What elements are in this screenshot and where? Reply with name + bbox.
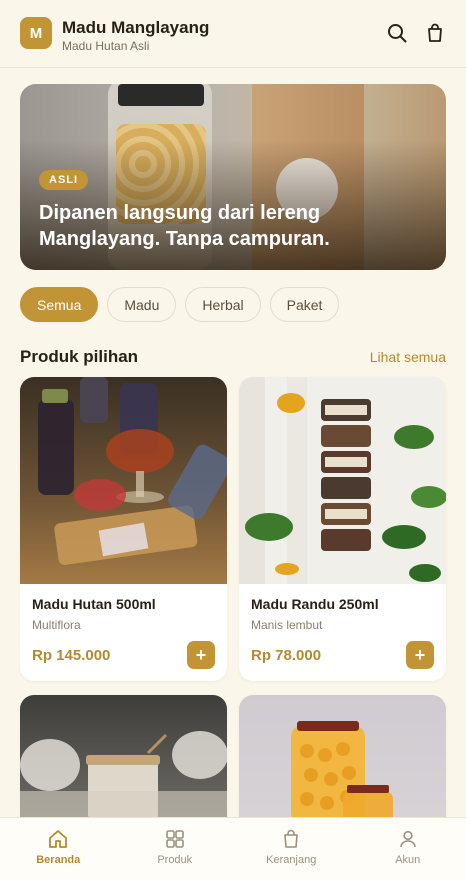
nav-label: Akun [395, 854, 421, 866]
brand-title: Madu Manglayang [62, 18, 210, 37]
product-image [239, 377, 446, 584]
nav-item-akun[interactable]: Akun [350, 818, 466, 880]
product-card[interactable]: Madu Randu 250ml Manis lembut Rp 78.000 … [239, 377, 446, 681]
nav-item-beranda[interactable]: Beranda [0, 818, 117, 880]
chip-paket[interactable]: Paket [269, 287, 340, 322]
chip-herbal[interactable]: Herbal [185, 287, 261, 322]
search-icon[interactable] [386, 22, 408, 44]
product-price: Rp 78.000 [251, 647, 322, 664]
app-header: M Madu Manglayang Madu Hutan Asli [0, 0, 466, 68]
nav-item-produk[interactable]: Produk [117, 818, 234, 880]
product-variant: Multiflora [32, 618, 81, 632]
bag-icon [280, 828, 302, 850]
see-all-link[interactable]: Lihat semua [370, 349, 446, 365]
add-to-cart-button[interactable]: + [406, 641, 434, 669]
hero-badge: ASLI [39, 170, 89, 190]
add-to-cart-button[interactable]: + [187, 641, 215, 669]
home-icon [47, 828, 69, 850]
shopping-bag-icon[interactable] [424, 22, 446, 44]
product-variant: Manis lembut [251, 618, 323, 632]
product-image [20, 377, 227, 584]
product-name: Madu Hutan 500ml [32, 596, 156, 612]
brand-subtitle: Madu Hutan Asli [62, 39, 150, 53]
hero-banner[interactable]: ASLI Dipanen langsung dari lereng Mangla… [20, 84, 446, 270]
product-name: Madu Randu 250ml [251, 596, 379, 612]
nav-label: Keranjang [266, 854, 317, 866]
nav-label: Beranda [36, 854, 81, 866]
nav-item-keranjang[interactable]: Keranjang [233, 818, 350, 880]
chip-semua[interactable]: Semua [20, 287, 99, 322]
category-chips: Semua Madu Herbal Paket [20, 287, 340, 322]
grid-icon [164, 828, 186, 850]
nav-label: Produk [157, 854, 193, 866]
user-icon [397, 828, 419, 850]
chip-madu[interactable]: Madu [107, 287, 177, 322]
brand-logo[interactable]: M [20, 17, 52, 49]
hero-headline: Dipanen langsung dari lereng Manglayang.… [39, 202, 330, 250]
bottom-navigation: Beranda Produk Keranjang Akun [0, 817, 466, 880]
product-card[interactable]: Madu Hutan 500ml Multiflora Rp 145.000 + [20, 377, 227, 681]
product-price: Rp 145.000 [32, 647, 111, 664]
section-title: Produk pilihan [20, 347, 139, 366]
